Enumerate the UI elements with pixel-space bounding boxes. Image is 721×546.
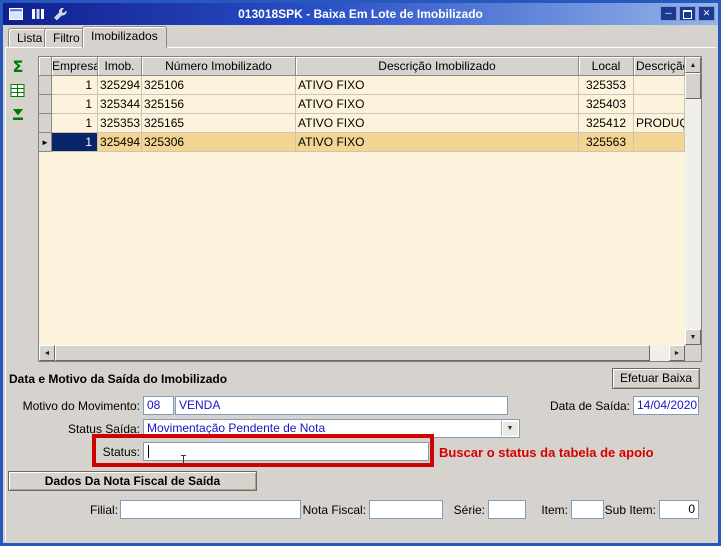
nota-fiscal-header-button[interactable]: Dados Da Nota Fiscal de Saída (8, 471, 257, 491)
scroll-up-button[interactable]: ▲ (685, 57, 701, 73)
scroll-down-button[interactable]: ▼ (685, 329, 701, 345)
cell-empresa[interactable]: 1 (52, 95, 98, 114)
cell-descricao2[interactable]: PRODUÇ (634, 114, 685, 133)
annotation-text: Buscar o status da tabela de apoio (439, 445, 654, 460)
column-header-descricao2[interactable]: Descrição (634, 57, 685, 76)
serie-input[interactable] (488, 500, 526, 519)
cell-descricao[interactable]: ATIVO FIXO (296, 114, 579, 133)
maximize-button[interactable] (679, 6, 696, 21)
data-saida-input[interactable]: 14/04/2020 (633, 396, 699, 415)
cell-imob[interactable]: 325353 (98, 114, 142, 133)
cell-descricao[interactable]: ATIVO FIXO (296, 95, 579, 114)
nota-fiscal-input[interactable] (369, 500, 443, 519)
item-input[interactable] (571, 500, 604, 519)
vertical-scroll-thumb[interactable] (685, 73, 701, 99)
row-indicator: ► (39, 133, 52, 152)
cell-numero[interactable]: 325106 (142, 76, 296, 95)
grid-export-icon (10, 83, 26, 98)
cell-descricao[interactable]: ATIVO FIXO (296, 76, 579, 95)
cell-imob[interactable]: 325294 (98, 76, 142, 95)
table-row[interactable]: 1 325353 325165 ATIVO FIXO 325412 PRODUÇ (39, 114, 701, 133)
window-title: 013018SPK - Baixa Em Lote de Imobilizado (3, 3, 718, 25)
cell-empresa[interactable]: 1 (52, 133, 98, 152)
window-controls: ─ ✕ (660, 6, 715, 21)
sub-item-input[interactable]: 0 (659, 500, 699, 519)
sum-button[interactable]: Σ (8, 56, 28, 76)
column-header-empresa[interactable]: Empresa (52, 57, 98, 76)
form-icon[interactable] (7, 5, 24, 22)
row-marker-icon: ► (41, 138, 49, 147)
minimize-button[interactable]: ─ (660, 6, 677, 21)
app-window: 013018SPK - Baixa Em Lote de Imobilizado… (0, 0, 721, 546)
cell-descricao2[interactable] (634, 76, 685, 95)
row-indicator (39, 95, 52, 114)
scroll-left-button[interactable]: ◄ (39, 345, 55, 361)
cell-descricao2[interactable] (634, 95, 685, 114)
wrench-icon[interactable] (51, 5, 68, 22)
item-label: Item: (531, 502, 568, 518)
imobilizados-grid: Empresa Imob. Número Imobilizado Descriç… (38, 56, 702, 362)
horizontal-scroll-thumb[interactable] (55, 345, 650, 361)
horizontal-scrollbar[interactable]: ◄ ► (39, 345, 685, 361)
cell-imob[interactable]: 325344 (98, 95, 142, 114)
cell-numero[interactable]: 325165 (142, 114, 296, 133)
table-row[interactable]: 1 325344 325156 ATIVO FIXO 325403 (39, 95, 701, 114)
row-indicator (39, 114, 52, 133)
grid-export-button[interactable] (8, 80, 28, 100)
table-row[interactable]: 1 325294 325106 ATIVO FIXO 325353 (39, 76, 701, 95)
indicator-column-header (39, 57, 52, 76)
cell-local[interactable]: 325403 (579, 95, 634, 114)
serie-label: Série: (443, 502, 485, 518)
filial-label: Filial: (43, 502, 118, 518)
columns-icon[interactable] (29, 5, 46, 22)
efetuar-baixa-button[interactable]: Efetuar Baixa (612, 368, 700, 389)
cell-numero[interactable]: 325156 (142, 95, 296, 114)
cell-descricao2[interactable] (634, 133, 685, 152)
maximize-icon (683, 10, 692, 19)
column-header-descricao[interactable]: Descrição Imobilizado (296, 57, 579, 76)
cell-imob[interactable]: 325494 (98, 133, 142, 152)
filial-input[interactable] (120, 500, 301, 519)
move-last-icon (10, 107, 26, 122)
combo-dropdown-button[interactable]: ▼ (501, 421, 518, 436)
sum-icon: Σ (13, 57, 24, 76)
cell-local[interactable]: 325353 (579, 76, 634, 95)
column-header-numero[interactable]: Número Imobilizado (142, 57, 296, 76)
annotation-box (92, 434, 434, 467)
status-saida-value: Movimentação Pendente de Nota (147, 421, 325, 435)
cell-empresa[interactable]: 1 (52, 114, 98, 133)
scrollbar-corner (685, 345, 701, 361)
cell-empresa[interactable]: 1 (52, 76, 98, 95)
data-saida-label: Data de Saída: (533, 398, 630, 414)
motivo-desc-input[interactable]: VENDA (175, 396, 508, 415)
sub-item-label: Sub Item: (604, 502, 656, 518)
row-indicator (39, 76, 52, 95)
titlebar-icons (7, 5, 68, 22)
cell-local[interactable]: 325412 (579, 114, 634, 133)
close-button[interactable]: ✕ (698, 6, 715, 21)
section-title: Data e Motivo da Saída do Imobilizado (9, 372, 227, 386)
nota-fiscal-label: Nota Fiscal: (301, 502, 366, 518)
table-row-selected[interactable]: ► 1 325494 325306 ATIVO FIXO 325563 (39, 133, 701, 152)
vertical-scrollbar[interactable]: ▲ ▼ (685, 57, 701, 345)
cell-numero[interactable]: 325306 (142, 133, 296, 152)
column-header-imob[interactable]: Imob. (98, 57, 142, 76)
chevron-down-icon: ▼ (507, 420, 514, 437)
motivo-code-input[interactable]: 08 (143, 396, 174, 415)
move-last-button[interactable] (8, 104, 28, 124)
column-header-local[interactable]: Local (579, 57, 634, 76)
tab-imobilizados[interactable]: Imobilizados (82, 26, 167, 48)
titlebar: 013018SPK - Baixa Em Lote de Imobilizado… (3, 3, 718, 25)
cell-descricao[interactable]: ATIVO FIXO (296, 133, 579, 152)
grid-header: Empresa Imob. Número Imobilizado Descriç… (39, 57, 701, 76)
scroll-right-button[interactable]: ► (669, 345, 685, 361)
motivo-movimento-label: Motivo do Movimento: (3, 398, 140, 414)
tabstrip: Lista Filtro Imobilizados (3, 25, 718, 47)
cell-local[interactable]: 325563 (579, 133, 634, 152)
